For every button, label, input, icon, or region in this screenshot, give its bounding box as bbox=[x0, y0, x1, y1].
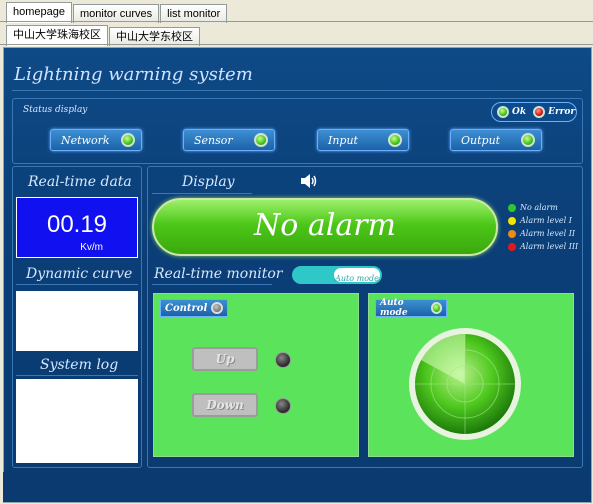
tab-divider bbox=[0, 21, 593, 22]
control-panel: Control Up Down bbox=[153, 293, 359, 457]
divider bbox=[152, 193, 252, 194]
legend-no-alarm: No alarm bbox=[508, 203, 558, 212]
campus-tab-bar: 中山大学珠海校区 中山大学东校区 bbox=[6, 25, 201, 46]
auto-mode-toggle-label: Auto mode bbox=[335, 274, 379, 283]
input-label: Input bbox=[328, 133, 358, 147]
radar-icon bbox=[409, 328, 521, 440]
realtime-value: 00.19 bbox=[46, 211, 108, 238]
orange-dot-icon bbox=[508, 229, 516, 238]
down-indicator-icon bbox=[275, 398, 291, 414]
network-label: Network bbox=[61, 133, 110, 147]
legend-label: No alarm bbox=[520, 203, 558, 212]
display-title: Display bbox=[182, 174, 235, 190]
ok-indicator-icon bbox=[497, 106, 509, 118]
auto-mode-led-icon bbox=[430, 302, 442, 314]
red-dot-icon bbox=[508, 242, 516, 251]
green-dot-icon bbox=[508, 203, 516, 212]
speaker-icon[interactable] bbox=[300, 173, 318, 189]
auto-mode-label: Auto mode bbox=[380, 298, 408, 318]
realtime-value-display: 00.19 Kv/m bbox=[16, 197, 138, 258]
up-label: Up bbox=[215, 352, 235, 366]
status-display-frame: Status display Ok Error Network Sensor I… bbox=[12, 98, 583, 164]
top-tab-bar: homepage monitor curves list monitor bbox=[6, 2, 228, 23]
auto-mode-toggle-knob: Auto mode bbox=[334, 268, 380, 283]
auto-mode-button[interactable]: Auto mode bbox=[375, 298, 447, 318]
bottom-bar bbox=[3, 472, 590, 502]
down-button[interactable]: Down bbox=[192, 393, 258, 417]
output-label: Output bbox=[461, 133, 501, 147]
ok-label: Ok bbox=[512, 107, 527, 117]
divider bbox=[152, 284, 272, 285]
status-display-title: Status display bbox=[23, 105, 88, 115]
sensor-label: Sensor bbox=[194, 133, 233, 147]
realtime-unit: Kv/m bbox=[80, 242, 103, 253]
control-led-icon bbox=[211, 302, 223, 314]
legend-label: Alarm level I bbox=[520, 216, 572, 225]
tab-zhuhai-campus[interactable]: 中山大学珠海校区 bbox=[6, 25, 108, 46]
alarm-status-text: No alarm bbox=[253, 208, 396, 243]
system-log-title: System log bbox=[40, 357, 119, 373]
main-panel: Lightning warning system Status display … bbox=[3, 47, 592, 503]
yellow-dot-icon bbox=[508, 216, 516, 225]
realtime-data-title: Real-time data bbox=[28, 174, 132, 190]
sensor-led-icon bbox=[254, 133, 268, 147]
legend-alarm-level-3: Alarm level III bbox=[508, 242, 578, 251]
status-legend: Ok Error bbox=[491, 102, 577, 122]
input-status-button[interactable]: Input bbox=[317, 129, 409, 151]
system-log-area bbox=[16, 379, 138, 463]
network-status-button[interactable]: Network bbox=[50, 129, 142, 151]
control-button[interactable]: Control bbox=[160, 299, 228, 317]
divider bbox=[16, 375, 138, 376]
app-title: Lightning warning system bbox=[14, 64, 253, 85]
tab-divider bbox=[0, 44, 593, 45]
down-label: Down bbox=[206, 398, 244, 412]
network-led-icon bbox=[121, 133, 135, 147]
control-label: Control bbox=[165, 302, 208, 314]
up-button[interactable]: Up bbox=[192, 347, 258, 371]
legend-label: Alarm level III bbox=[520, 242, 579, 251]
input-led-icon bbox=[388, 133, 402, 147]
error-indicator-icon bbox=[533, 106, 546, 118]
dynamic-curve-title: Dynamic curve bbox=[26, 266, 133, 282]
realtime-monitor-title: Real-time monitor bbox=[154, 266, 283, 282]
output-led-icon bbox=[521, 133, 535, 147]
legend-alarm-level-2: Alarm level II bbox=[508, 229, 575, 238]
output-status-button[interactable]: Output bbox=[450, 129, 542, 151]
title-divider bbox=[12, 90, 582, 91]
auto-mode-toggle[interactable]: Auto mode bbox=[292, 266, 382, 284]
divider bbox=[16, 284, 138, 285]
auto-mode-panel: Auto mode bbox=[368, 293, 574, 457]
tab-homepage[interactable]: homepage bbox=[6, 2, 72, 23]
sensor-status-button[interactable]: Sensor bbox=[183, 129, 275, 151]
legend-alarm-level-1: Alarm level I bbox=[508, 216, 572, 225]
dynamic-curve-area bbox=[16, 291, 138, 351]
up-indicator-icon bbox=[275, 352, 291, 368]
alarm-status-display: No alarm bbox=[152, 198, 498, 256]
legend-label: Alarm level II bbox=[520, 229, 576, 238]
error-label: Error bbox=[548, 107, 576, 117]
